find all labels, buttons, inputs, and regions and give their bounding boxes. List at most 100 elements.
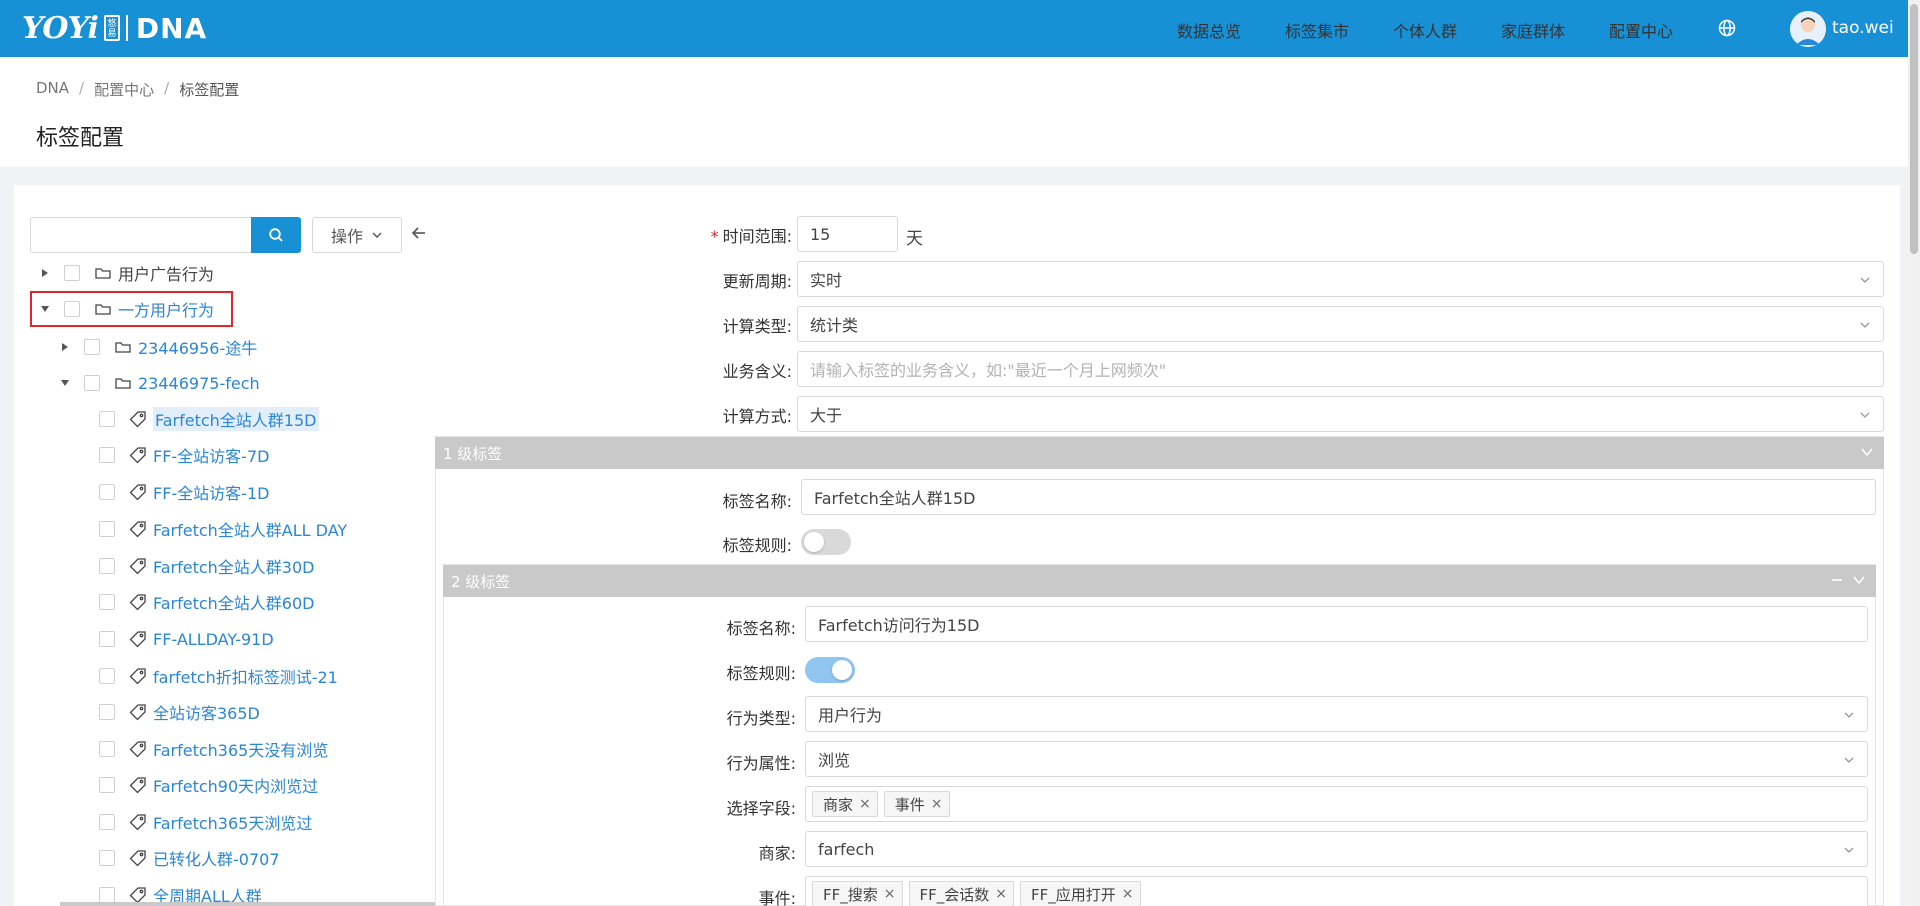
tree-checkbox[interactable] xyxy=(99,668,115,684)
caret-right-icon[interactable] xyxy=(40,268,50,278)
tree-checkbox[interactable] xyxy=(99,814,115,830)
nav-data-overview[interactable]: 数据总览 xyxy=(1177,18,1241,42)
event-tag[interactable]: FF_搜索 × xyxy=(812,881,903,906)
tag-icon xyxy=(129,630,147,648)
tree-node-fech[interactable]: 23446975-fech xyxy=(60,369,260,397)
nav-individual-crowd[interactable]: 个体人群 xyxy=(1393,18,1457,42)
level1-name-value: Farfetch全站人群15D xyxy=(814,489,976,508)
tree-checkbox[interactable] xyxy=(99,741,115,757)
tree-search-button[interactable] xyxy=(251,217,301,253)
minus-icon[interactable] xyxy=(1830,573,1844,587)
tree-leaf[interactable]: FF-ALLDAY-91D xyxy=(99,625,274,653)
globe-icon[interactable] xyxy=(1717,18,1737,38)
logo[interactable]: YOYi 悠易 DNA xyxy=(22,10,207,46)
close-icon[interactable]: × xyxy=(931,796,943,812)
tree-leaf[interactable]: farfetch折扣标签测试-21 xyxy=(99,662,338,690)
field-tag-label: 事件 xyxy=(894,795,925,814)
event-multiselect[interactable]: FF_搜索 × FF_会话数 × FF_应用打开 × xyxy=(805,876,1868,906)
business-meaning-input[interactable]: 请输入标签的业务含义，如:"最近一个月上网频次" xyxy=(797,351,1884,387)
tree-checkbox[interactable] xyxy=(64,301,80,317)
tree-search-input[interactable] xyxy=(30,217,252,253)
tree-leaf[interactable]: FF-全站访客-1D xyxy=(99,478,269,506)
page-scrollbar-thumb[interactable] xyxy=(1910,4,1918,254)
calc-type-select[interactable]: 统计类 xyxy=(797,306,1884,342)
close-icon[interactable]: × xyxy=(995,886,1007,902)
tree-leaf-label: FF-全站访客-7D xyxy=(153,447,270,466)
chevron-down-icon xyxy=(372,232,382,238)
nav-config-center[interactable]: 配置中心 xyxy=(1609,18,1673,42)
event-tag[interactable]: FF_会话数 × xyxy=(908,881,1014,906)
event-tag-label: FF_应用打开 xyxy=(1031,885,1116,904)
user-name[interactable]: tao.wei xyxy=(1832,18,1894,38)
close-icon[interactable]: × xyxy=(1122,886,1134,902)
tree-checkbox[interactable] xyxy=(99,558,115,574)
tree-checkbox[interactable] xyxy=(99,521,115,537)
tag-icon xyxy=(129,557,147,575)
level2-name-input[interactable]: Farfetch访问行为15D xyxy=(805,606,1868,642)
tree-leaf[interactable]: 全站访客365D xyxy=(99,698,260,726)
tree-checkbox[interactable] xyxy=(99,594,115,610)
level1-header[interactable]: 1 级标签 xyxy=(435,437,1884,469)
merchant-select[interactable]: farfech xyxy=(805,831,1868,867)
behavior-attr-label: 行为属性: xyxy=(726,754,796,773)
tree-checkbox[interactable] xyxy=(84,375,100,391)
tree-leaf[interactable]: Farfetch全站人群15D xyxy=(99,405,319,433)
chevron-down-icon[interactable] xyxy=(1860,445,1874,459)
level2-title: 2 级标签 xyxy=(451,572,511,591)
fields-multiselect[interactable]: 商家 × 事件 × xyxy=(805,786,1868,822)
business-meaning-placeholder: 请输入标签的业务含义，如:"最近一个月上网频次" xyxy=(810,361,1167,380)
tag-icon xyxy=(129,849,147,867)
tree-leaf[interactable]: FF-全站访客-7D xyxy=(99,441,269,469)
tree-horizontal-scrollbar[interactable] xyxy=(60,902,490,906)
chevron-down-icon[interactable] xyxy=(1852,573,1866,587)
event-tag[interactable]: FF_应用打开 × xyxy=(1020,881,1141,906)
tree-leaf[interactable]: Farfetch全站人群30D xyxy=(99,552,315,580)
update-cycle-select[interactable]: 实时 xyxy=(797,261,1884,297)
tree-checkbox[interactable] xyxy=(99,850,115,866)
collapse-arrow-left-icon[interactable] xyxy=(410,224,428,242)
nav-tag-market[interactable]: 标签集市 xyxy=(1285,18,1349,42)
tag-icon xyxy=(129,740,147,758)
caret-right-icon[interactable] xyxy=(60,342,70,352)
operations-dropdown[interactable]: 操作 xyxy=(312,217,402,253)
caret-down-icon[interactable] xyxy=(60,378,70,388)
calc-method-select[interactable]: 大于 xyxy=(797,396,1884,432)
level1-rule-toggle[interactable] xyxy=(801,529,851,555)
nav-family-group[interactable]: 家庭群体 xyxy=(1501,18,1565,42)
caret-down-icon[interactable] xyxy=(40,304,50,314)
merchant-value: farfech xyxy=(818,839,875,859)
time-range-input[interactable]: 15 xyxy=(797,216,898,252)
page-scrollbar[interactable] xyxy=(1908,0,1920,906)
tree-node-user-ad-behavior[interactable]: 用户广告行为 xyxy=(40,259,214,287)
tree-checkbox[interactable] xyxy=(99,447,115,463)
close-icon[interactable]: × xyxy=(884,886,896,902)
behavior-attr-select[interactable]: 浏览 xyxy=(805,741,1868,777)
tree-checkbox[interactable] xyxy=(84,339,100,355)
close-icon[interactable]: × xyxy=(859,796,871,812)
tree-node-first-party-behavior[interactable]: 一方用户行为 xyxy=(40,295,214,323)
tree-checkbox[interactable] xyxy=(99,411,115,427)
avatar[interactable] xyxy=(1790,11,1826,47)
tree-checkbox[interactable] xyxy=(99,777,115,793)
tree-leaf[interactable]: Farfetch90天内浏览过 xyxy=(99,771,318,799)
tree-leaf[interactable]: Farfetch全站人群ALL DAY xyxy=(99,515,347,543)
tree-leaf[interactable]: Farfetch365天浏览过 xyxy=(99,808,312,836)
field-tag[interactable]: 商家 × xyxy=(812,791,878,817)
tree-checkbox[interactable] xyxy=(64,265,80,281)
level2-header[interactable]: 2 级标签 xyxy=(443,565,1876,597)
level2-rule-toggle[interactable] xyxy=(805,657,855,683)
tree-node-tuniu[interactable]: 23446956-途牛 xyxy=(60,333,257,361)
tree-leaf[interactable]: Farfetch全站人群60D xyxy=(99,588,315,616)
level1-name-input[interactable]: Farfetch全站人群15D xyxy=(801,479,1876,515)
breadcrumb-dna[interactable]: DNA xyxy=(36,79,69,100)
tree-leaf[interactable]: Farfetch365天没有浏览 xyxy=(99,735,328,763)
tree-leaf[interactable]: 已转化人群-0707 xyxy=(99,844,280,872)
behavior-type-select[interactable]: 用户行为 xyxy=(805,696,1868,732)
tree-leaf-label: 全站访客365D xyxy=(153,704,260,723)
tree-checkbox[interactable] xyxy=(99,704,115,720)
breadcrumb-config-center[interactable]: 配置中心 xyxy=(94,79,154,100)
tree-checkbox[interactable] xyxy=(99,887,115,903)
field-tag[interactable]: 事件 × xyxy=(883,791,950,817)
tree-checkbox[interactable] xyxy=(99,484,115,500)
tree-checkbox[interactable] xyxy=(99,631,115,647)
